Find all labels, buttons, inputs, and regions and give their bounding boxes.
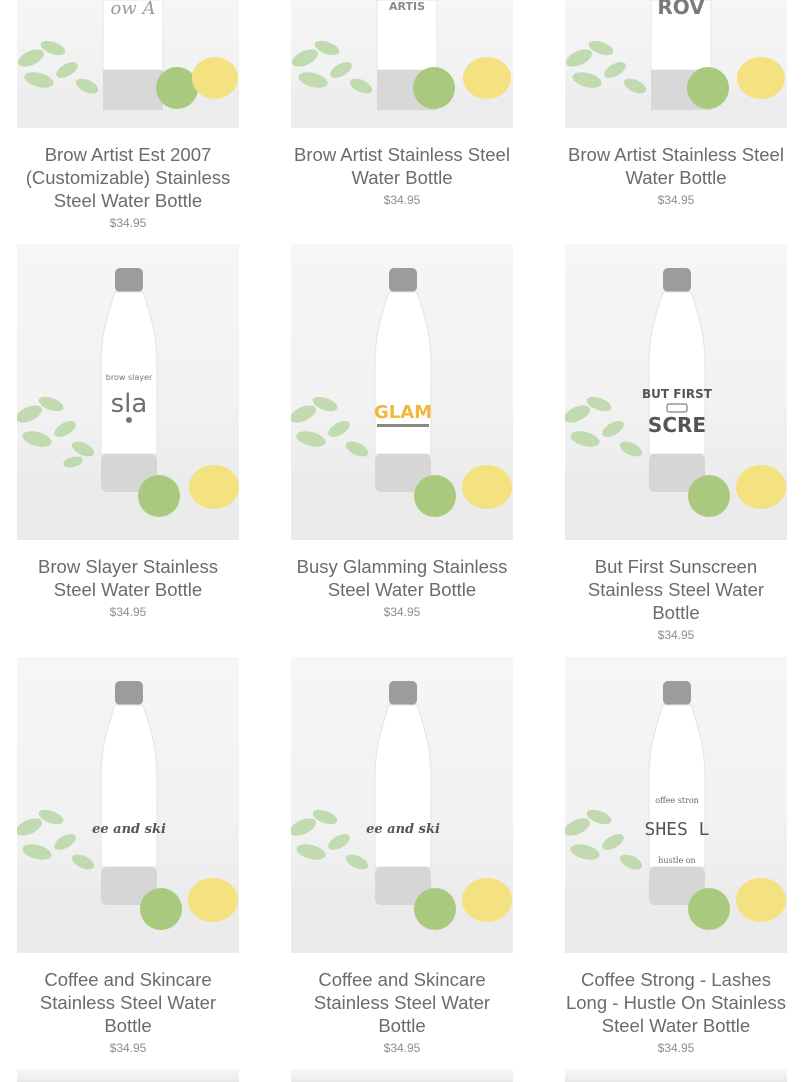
product-price: $34.95: [383, 193, 421, 207]
bottle-photo: GLAM: [291, 268, 513, 540]
product-price: $34.95: [383, 605, 421, 619]
svg-text:sla: sla: [111, 389, 148, 419]
product-price: $34.95: [657, 193, 695, 207]
product-price: $34.95: [109, 216, 147, 230]
product-image-partial[interactable]: [565, 1069, 787, 1082]
svg-text:hustle on: hustle on: [658, 856, 695, 865]
product-image-partial[interactable]: [17, 1069, 239, 1082]
svg-text:ee and ski: ee and ski: [366, 822, 440, 837]
product-grid: ow A Brow Artist Est 2007 (Customizable)…: [0, 0, 805, 1082]
svg-text:ROV: ROV: [657, 0, 705, 19]
product-image[interactable]: ROV: [565, 0, 787, 128]
product-image[interactable]: BUT FIRST SCRE: [565, 244, 787, 540]
product-title[interactable]: Coffee Strong - Lashes Long - Hustle On …: [565, 968, 787, 1037]
svg-text:SCRE: SCRE: [648, 413, 706, 437]
bottle-photo: ROV: [565, 0, 787, 128]
bottle-photo: brow slayer sla: [17, 268, 239, 540]
product-title[interactable]: But First Sunscreen Stainless Steel Wate…: [565, 555, 787, 624]
svg-text:SHES L: SHES L: [644, 819, 709, 840]
product-price: $34.95: [383, 1041, 421, 1055]
product-price: $34.95: [657, 628, 695, 642]
bottle-photo: ARTIS: [291, 0, 513, 128]
product-title[interactable]: Brow Artist Stainless Steel Water Bottle: [565, 143, 787, 189]
product-price: $34.95: [657, 1041, 695, 1055]
product-image[interactable]: ow A: [17, 0, 239, 128]
product-image[interactable]: brow slayer sla: [17, 244, 239, 540]
svg-text:brow slayer: brow slayer: [106, 373, 153, 382]
bottle-photo: offee stron SHES L hustle on: [565, 681, 787, 953]
product-title[interactable]: Coffee and Skincare Stainless Steel Wate…: [17, 968, 239, 1037]
svg-text:BUT FIRST: BUT FIRST: [642, 387, 713, 401]
product-image[interactable]: ARTIS: [291, 0, 513, 128]
product-title[interactable]: Brow Artist Est 2007 (Customizable) Stai…: [17, 143, 239, 212]
product-image[interactable]: ee and ski: [291, 657, 513, 953]
svg-text:ow A: ow A: [111, 0, 156, 19]
bottle-photo: ee and ski: [291, 681, 513, 953]
product-title[interactable]: Brow Slayer Stainless Steel Water Bottle: [17, 555, 239, 601]
product-title[interactable]: Brow Artist Stainless Steel Water Bottle: [291, 143, 513, 189]
product-price: $34.95: [109, 605, 147, 619]
product-image[interactable]: GLAM: [291, 244, 513, 540]
svg-text:ee and ski: ee and ski: [92, 822, 166, 837]
bottle-photo: BUT FIRST SCRE: [565, 268, 787, 540]
product-image[interactable]: ee and ski: [17, 657, 239, 953]
svg-text:ARTIS: ARTIS: [389, 0, 425, 13]
product-price: $34.95: [109, 1041, 147, 1055]
product-title[interactable]: Busy Glamming Stainless Steel Water Bott…: [291, 555, 513, 601]
svg-text:GLAM: GLAM: [374, 402, 432, 423]
product-image-partial[interactable]: [291, 1069, 513, 1082]
bottle-photo: ow A: [17, 0, 239, 128]
product-title[interactable]: Coffee and Skincare Stainless Steel Wate…: [291, 968, 513, 1037]
product-image[interactable]: offee stron SHES L hustle on: [565, 657, 787, 953]
bottle-photo: ee and ski: [17, 681, 239, 953]
svg-text:offee stron: offee stron: [655, 796, 699, 805]
